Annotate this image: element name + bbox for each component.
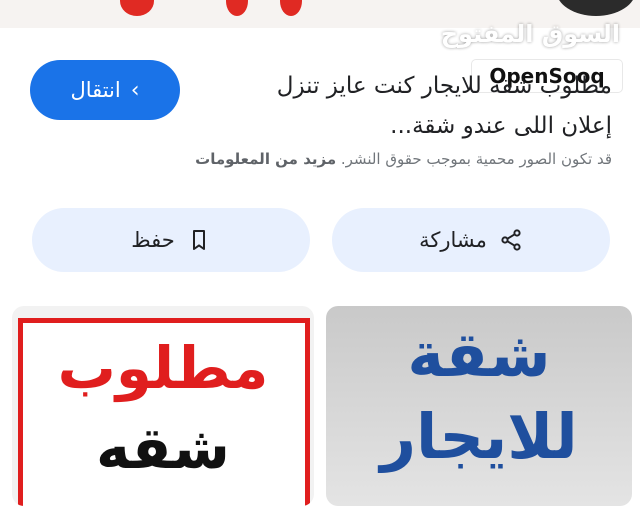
image-watermark: السوق المفتوح: [440, 20, 620, 48]
avatar: [556, 0, 636, 16]
result-description[interactable]: مطلوب شقه للايجار كنت عايز تنزل إعلان ال…: [232, 66, 612, 146]
share-button[interactable]: مشاركة: [332, 208, 610, 272]
share-label: مشاركة: [419, 228, 487, 252]
related-image[interactable]: مطلوب شقه: [12, 306, 314, 506]
image-text-line: شقه: [96, 414, 230, 482]
chevron-left-icon: ‹: [130, 77, 140, 103]
more-info-link[interactable]: مزيد من المعلومات: [195, 150, 336, 168]
related-image[interactable]: شقة للايجار: [326, 306, 632, 506]
red-shape: [120, 0, 154, 16]
copyright-text: قد تكون الصور محمية بموجب حقوق النشر.: [340, 150, 612, 168]
share-icon: [501, 229, 521, 251]
red-shape: [280, 0, 302, 16]
red-shape: [226, 0, 248, 16]
image-text-line: شقة: [407, 318, 551, 391]
save-label: حفظ: [131, 228, 175, 252]
visit-button-label: انتقال: [70, 78, 121, 102]
save-button[interactable]: حفظ: [32, 208, 310, 272]
visit-button[interactable]: انتقال ‹: [30, 60, 180, 120]
copyright-notice: قد تكون الصور محمية بموجب حقوق النشر. مز…: [22, 150, 612, 168]
image-text-line: للايجار: [380, 400, 578, 473]
bookmark-icon: [192, 230, 205, 250]
image-text-line: مطلوب: [57, 334, 269, 402]
